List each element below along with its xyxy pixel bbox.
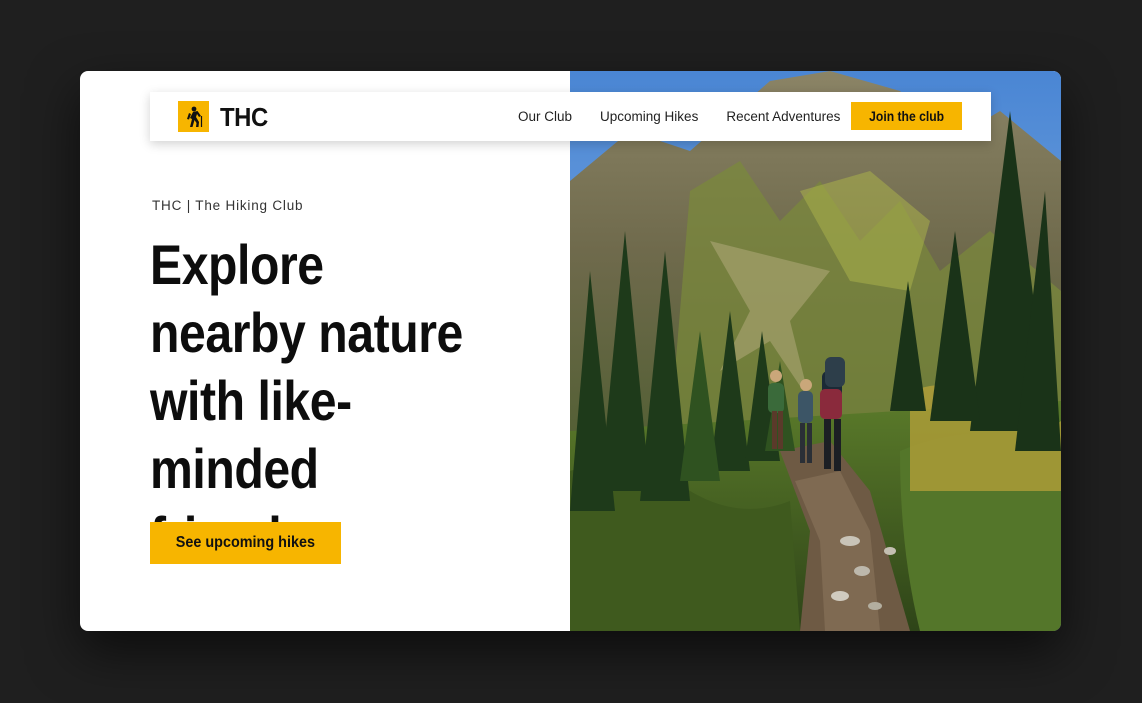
main-nav: Our Club Upcoming Hikes Recent Adventure…	[518, 92, 868, 141]
hero-image	[570, 71, 1061, 631]
join-club-button[interactable]: Join the club	[851, 102, 962, 130]
hero-headline: Explore nearby nature with like-minded f…	[150, 233, 463, 568]
landing-card: THC Our Club Upcoming Hikes Recent Adven…	[80, 71, 1061, 631]
nav-recent-adventures[interactable]: Recent Adventures	[726, 109, 840, 124]
join-club-label: Join the club	[869, 108, 944, 124]
hiker-icon[interactable]	[178, 101, 209, 132]
top-navbar: THC Our Club Upcoming Hikes Recent Adven…	[150, 92, 991, 141]
brand-logo-text[interactable]: THC	[220, 102, 268, 133]
nav-upcoming-hikes[interactable]: Upcoming Hikes	[600, 109, 698, 124]
see-upcoming-hikes-button[interactable]: See upcoming hikes	[150, 522, 341, 564]
nav-our-club[interactable]: Our Club	[518, 109, 572, 124]
see-upcoming-hikes-label: See upcoming hikes	[175, 534, 316, 551]
hero-eyebrow: THC | The Hiking Club	[152, 198, 304, 213]
